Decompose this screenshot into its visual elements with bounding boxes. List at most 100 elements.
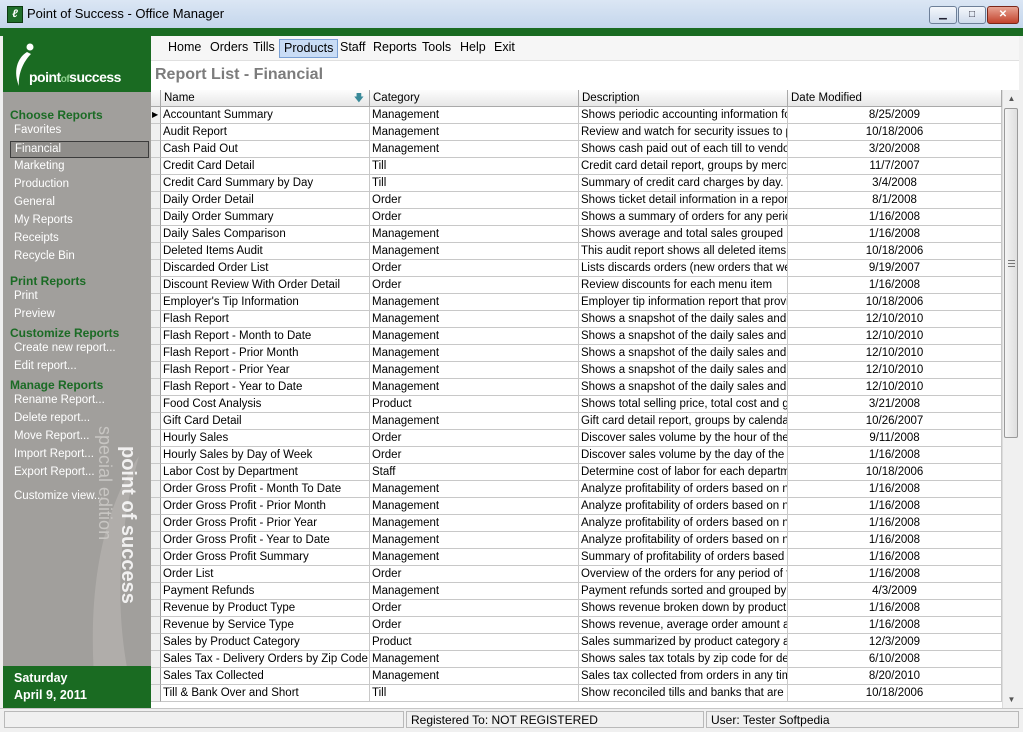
table-row[interactable]: Credit Card Detail Till Credit card detail… bbox=[151, 158, 1002, 175]
cell-name[interactable]: Order Gross Profit - Month To Date bbox=[161, 481, 370, 498]
menu-staff[interactable]: Staff bbox=[336, 39, 369, 56]
cell-name[interactable]: Discarded Order List bbox=[161, 260, 370, 277]
cell-date-modified[interactable]: 8/20/2010 bbox=[788, 668, 1002, 685]
cell-date-modified[interactable]: 12/10/2010 bbox=[788, 311, 1002, 328]
cell-description[interactable]: Shows a snapshot of the daily sales and … bbox=[579, 379, 788, 396]
row-selector[interactable]: ▶ bbox=[151, 107, 161, 124]
cell-description[interactable]: Shows a summary of orders for any period… bbox=[579, 209, 788, 226]
cell-category[interactable]: Management bbox=[370, 532, 579, 549]
cell-date-modified[interactable]: 12/10/2010 bbox=[788, 362, 1002, 379]
cell-name[interactable]: Sales Tax - Delivery Orders by Zip Code bbox=[161, 651, 370, 668]
cell-name[interactable]: Flash Report - Year to Date bbox=[161, 379, 370, 396]
cell-category[interactable]: Till bbox=[370, 158, 579, 175]
table-row[interactable]: Hourly Sales by Day of Week Order Discover… bbox=[151, 447, 1002, 464]
cell-category[interactable]: Product bbox=[370, 396, 579, 413]
cell-category[interactable]: Order bbox=[370, 566, 579, 583]
cell-description[interactable]: Shows periodic accounting information fo… bbox=[579, 107, 788, 124]
table-row[interactable]: Till & Bank Over and Short Till Show recon… bbox=[151, 685, 1002, 702]
menu-tools[interactable]: Tools bbox=[418, 39, 455, 56]
cell-date-modified[interactable]: 3/4/2008 bbox=[788, 175, 1002, 192]
cell-description[interactable]: Gift card detail report, groups by calen… bbox=[579, 413, 788, 430]
maximize-button[interactable]: □ bbox=[958, 6, 986, 24]
row-selector[interactable] bbox=[151, 294, 161, 311]
row-selector[interactable] bbox=[151, 498, 161, 515]
cell-date-modified[interactable]: 1/16/2008 bbox=[788, 566, 1002, 583]
cell-name[interactable]: Sales by Product Category bbox=[161, 634, 370, 651]
cell-category[interactable]: Product bbox=[370, 634, 579, 651]
sidebar-item-marketing[interactable]: Marketing bbox=[14, 160, 65, 172]
table-row[interactable]: Daily Sales Comparison Management Shows av… bbox=[151, 226, 1002, 243]
row-selector[interactable] bbox=[151, 413, 161, 430]
table-row[interactable]: Flash Report - Prior Month Management Show… bbox=[151, 345, 1002, 362]
column-header-description[interactable]: Description bbox=[579, 90, 788, 107]
sidebar-item-create-new-report[interactable]: Create new report... bbox=[14, 342, 116, 354]
cell-name[interactable]: Order List bbox=[161, 566, 370, 583]
row-selector[interactable] bbox=[151, 685, 161, 702]
row-selector[interactable] bbox=[151, 515, 161, 532]
cell-date-modified[interactable]: 6/10/2008 bbox=[788, 651, 1002, 668]
row-selector[interactable] bbox=[151, 396, 161, 413]
cell-description[interactable]: Overview of the orders for any period of… bbox=[579, 566, 788, 583]
cell-description[interactable]: Sales tax collected from orders in any t… bbox=[579, 668, 788, 685]
cell-date-modified[interactable]: 8/25/2009 bbox=[788, 107, 1002, 124]
table-row[interactable]: Food Cost Analysis Product Shows total sel… bbox=[151, 396, 1002, 413]
cell-description[interactable]: Shows cash paid out of each till to vend… bbox=[579, 141, 788, 158]
table-row[interactable]: Order Gross Profit - Month To Date Manage… bbox=[151, 481, 1002, 498]
close-button[interactable]: ✕ bbox=[987, 6, 1019, 24]
cell-description[interactable]: Summary of profitability of orders based… bbox=[579, 549, 788, 566]
cell-description[interactable]: Shows a snapshot of the daily sales and … bbox=[579, 362, 788, 379]
menu-home[interactable]: Home bbox=[164, 39, 205, 56]
row-selector[interactable] bbox=[151, 243, 161, 260]
cell-name[interactable]: Audit Report bbox=[161, 124, 370, 141]
cell-description[interactable]: Shows a snapshot of the daily sales and … bbox=[579, 345, 788, 362]
row-selector[interactable] bbox=[151, 260, 161, 277]
sidebar-item-preview[interactable]: Preview bbox=[14, 308, 55, 320]
table-row[interactable]: Order Gross Profit - Prior Year Managemen… bbox=[151, 515, 1002, 532]
cell-date-modified[interactable]: 10/18/2006 bbox=[788, 685, 1002, 702]
table-row[interactable]: Flash Report - Month to Date Management Sh… bbox=[151, 328, 1002, 345]
row-selector[interactable] bbox=[151, 532, 161, 549]
cell-date-modified[interactable]: 1/16/2008 bbox=[788, 617, 1002, 634]
table-row[interactable]: Deleted Items Audit Management This audit … bbox=[151, 243, 1002, 260]
cell-category[interactable]: Management bbox=[370, 413, 579, 430]
cell-date-modified[interactable]: 4/3/2009 bbox=[788, 583, 1002, 600]
cell-date-modified[interactable]: 12/10/2010 bbox=[788, 328, 1002, 345]
cell-name[interactable]: Flash Report - Prior Month bbox=[161, 345, 370, 362]
cell-category[interactable]: Management bbox=[370, 107, 579, 124]
table-row[interactable]: Labor Cost by Department Staff Determine c… bbox=[151, 464, 1002, 481]
cell-date-modified[interactable]: 1/16/2008 bbox=[788, 226, 1002, 243]
cell-category[interactable]: Management bbox=[370, 328, 579, 345]
sidebar-item-financial[interactable]: Financial bbox=[10, 141, 149, 158]
cell-name[interactable]: Credit Card Detail bbox=[161, 158, 370, 175]
cell-date-modified[interactable]: 10/18/2006 bbox=[788, 294, 1002, 311]
cell-description[interactable]: Shows ticket detail information in a rep… bbox=[579, 192, 788, 209]
table-row[interactable]: Sales Tax Collected Management Sales tax c… bbox=[151, 668, 1002, 685]
sidebar-item-export-report[interactable]: Export Report... bbox=[14, 466, 95, 478]
title-bar[interactable]: ℓ Point of Success - Office Manager ▁ □ … bbox=[0, 0, 1023, 29]
cell-date-modified[interactable]: 3/21/2008 bbox=[788, 396, 1002, 413]
sidebar-item-general[interactable]: General bbox=[14, 196, 55, 208]
cell-name[interactable]: Revenue by Product Type bbox=[161, 600, 370, 617]
cell-name[interactable]: Flash Report bbox=[161, 311, 370, 328]
cell-date-modified[interactable]: 1/16/2008 bbox=[788, 549, 1002, 566]
row-selector[interactable] bbox=[151, 345, 161, 362]
cell-description[interactable]: Discover sales volume by the day of the … bbox=[579, 447, 788, 464]
table-row[interactable]: Credit Card Summary by Day Till Summary of… bbox=[151, 175, 1002, 192]
table-row[interactable]: Discarded Order List Order Lists discards … bbox=[151, 260, 1002, 277]
table-row[interactable]: Employer's Tip Information Management Empl… bbox=[151, 294, 1002, 311]
sidebar-item-production[interactable]: Production bbox=[14, 178, 69, 190]
row-selector[interactable] bbox=[151, 192, 161, 209]
cell-name[interactable]: Daily Order Summary bbox=[161, 209, 370, 226]
row-selector[interactable] bbox=[151, 226, 161, 243]
cell-name[interactable]: Order Gross Profit - Year to Date bbox=[161, 532, 370, 549]
row-selector[interactable] bbox=[151, 362, 161, 379]
sidebar-item-rename-report[interactable]: Rename Report... bbox=[14, 394, 105, 406]
cell-date-modified[interactable]: 1/16/2008 bbox=[788, 600, 1002, 617]
cell-category[interactable]: Management bbox=[370, 498, 579, 515]
table-row[interactable]: Order Gross Profit - Prior Month Manageme… bbox=[151, 498, 1002, 515]
row-selector[interactable] bbox=[151, 583, 161, 600]
cell-name[interactable]: Order Gross Profit - Prior Year bbox=[161, 515, 370, 532]
cell-date-modified[interactable]: 1/16/2008 bbox=[788, 532, 1002, 549]
table-row[interactable]: Order Gross Profit - Year to Date Managem… bbox=[151, 532, 1002, 549]
cell-name[interactable]: Flash Report - Month to Date bbox=[161, 328, 370, 345]
